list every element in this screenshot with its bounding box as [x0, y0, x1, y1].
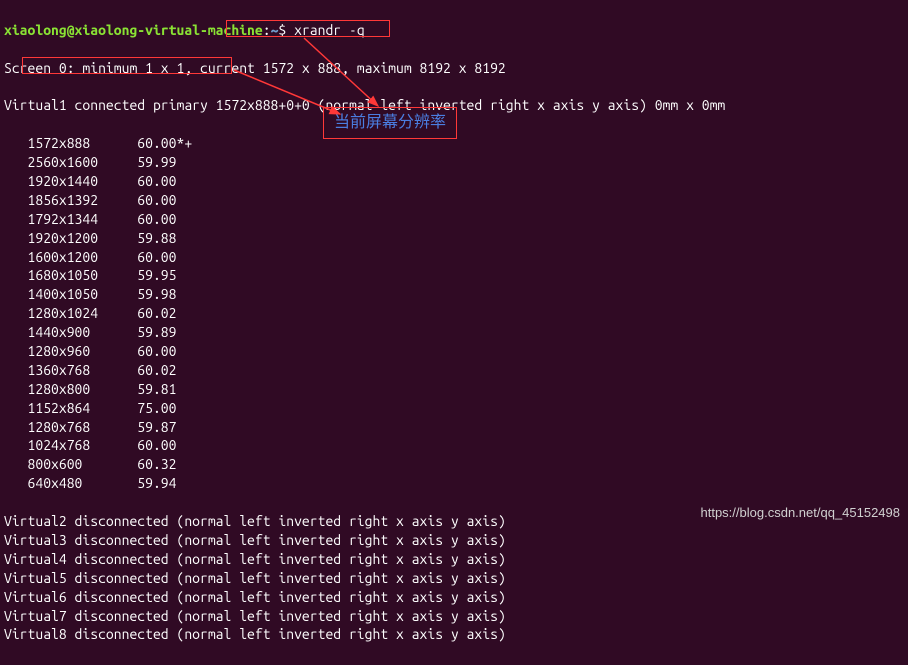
mode-line: 1600x1200 60.00 — [4, 248, 904, 267]
mode-line: 1024x768 60.00 — [4, 436, 904, 455]
prompt-user-host: xiaolong@xiaolong-virtual-machine — [4, 22, 263, 38]
mode-line: 1152x864 75.00 — [4, 399, 904, 418]
disconnected-line: Virtual5 disconnected (normal left inver… — [4, 569, 904, 588]
disconnected-line: Virtual8 disconnected (normal left inver… — [4, 625, 904, 644]
disconnected-line: Virtual7 disconnected (normal left inver… — [4, 607, 904, 626]
mode-line: 1360x768 60.02 — [4, 361, 904, 380]
disconnected-list: Virtual2 disconnected (normal left inver… — [4, 512, 904, 644]
mode-line: 1400x1050 59.98 — [4, 285, 904, 304]
mode-line: 1792x1344 60.00 — [4, 210, 904, 229]
watermark: https://blog.csdn.net/qq_45152498 — [701, 504, 901, 522]
disconnected-line: Virtual4 disconnected (normal left inver… — [4, 550, 904, 569]
mode-line: 1280x960 60.00 — [4, 342, 904, 361]
mode-line: 1280x800 59.81 — [4, 380, 904, 399]
prompt-line: xiaolong@xiaolong-virtual-machine:~$ xra… — [4, 21, 904, 40]
disconnected-line: Virtual3 disconnected (normal left inver… — [4, 531, 904, 550]
screen-info-line: Screen 0: minimum 1 x 1, current 1572 x … — [4, 59, 904, 78]
mode-line: 1920x1440 60.00 — [4, 172, 904, 191]
modes-list: 1572x888 60.00*+ 2560x1600 59.99 1920x14… — [4, 134, 904, 493]
current-resolution: current 1572 x 888 — [200, 60, 341, 76]
command-text: xrandr -q — [294, 22, 365, 38]
mode-line: 1920x1200 59.88 — [4, 229, 904, 248]
mode-line: 1680x1050 59.95 — [4, 266, 904, 285]
virtual1-line: Virtual1 connected primary 1572x888+0+0 … — [4, 96, 904, 115]
disconnected-line: Virtual6 disconnected (normal left inver… — [4, 588, 904, 607]
mode-line: 1280x768 59.87 — [4, 418, 904, 437]
mode-line: 800x600 60.32 — [4, 455, 904, 474]
mode-line: 1572x888 60.00*+ — [4, 134, 904, 153]
mode-line: 640x480 59.94 — [4, 474, 904, 493]
mode-line: 2560x1600 59.99 — [4, 153, 904, 172]
mode-line: 1280x1024 60.02 — [4, 304, 904, 323]
mode-line: 1440x900 59.89 — [4, 323, 904, 342]
mode-line: 1856x1392 60.00 — [4, 191, 904, 210]
terminal-area[interactable]: xiaolong@xiaolong-virtual-machine:~$ xra… — [0, 0, 908, 665]
